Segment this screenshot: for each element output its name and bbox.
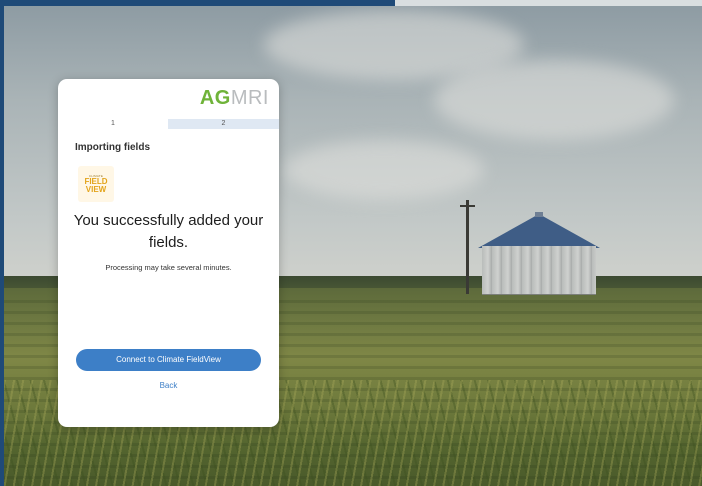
cloud [434, 60, 674, 140]
card-heading: Importing fields [75, 142, 150, 153]
fieldview-logo-line3: VIEW [85, 185, 107, 194]
silo-body [482, 246, 596, 295]
logo-ag: AG [199, 87, 231, 109]
success-message: You successfully added your fields. [73, 212, 264, 251]
silo-cap [535, 212, 543, 217]
step-2: 2 [168, 119, 279, 129]
logo-mri: MRI [230, 87, 269, 109]
agmri-logo: AGMRI [200, 87, 269, 109]
top-bar-left [0, 0, 395, 6]
utility-pole [466, 200, 469, 294]
silo-roof [478, 214, 600, 248]
connect-fieldview-button[interactable]: Connect to Climate FieldView [76, 349, 261, 371]
top-bar-right [395, 0, 702, 6]
import-card: AGMRI 1 2 Importing fields CLIMATE FIELD… [58, 79, 279, 427]
cloud [284, 140, 484, 200]
fieldview-logo: CLIMATE FIELD VIEW [78, 166, 114, 202]
step-1: 1 [58, 119, 168, 129]
processing-note: Processing may take several minutes. [105, 263, 232, 272]
back-link[interactable]: Back [66, 381, 271, 390]
utility-pole-arm [460, 205, 475, 207]
